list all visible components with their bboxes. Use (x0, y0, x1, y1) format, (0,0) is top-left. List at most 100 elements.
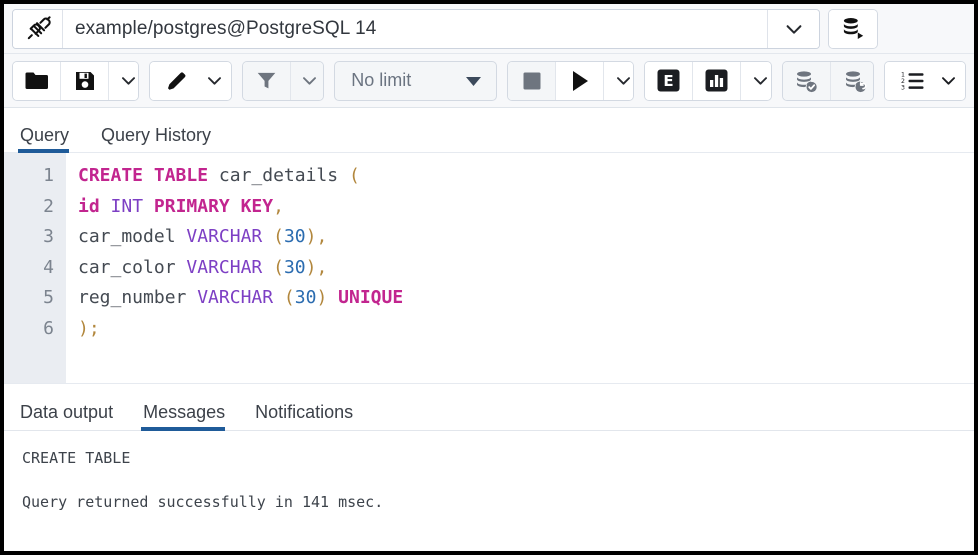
tab-data-output-label: Data output (20, 402, 113, 422)
sql-token: ( (284, 287, 295, 308)
sql-token: car_color (78, 257, 176, 278)
commit-button[interactable] (783, 62, 831, 100)
floppy-disk-icon (73, 69, 97, 93)
pencil-icon (165, 69, 189, 93)
line-number-gutter: 1 2 3 4 5 6 (4, 153, 66, 383)
sql-token: reg_number (78, 287, 186, 308)
sql-code-line: reg_number VARCHAR (30) UNIQUE (78, 283, 974, 314)
sql-token: UNIQUE (338, 287, 403, 308)
sql-token (338, 165, 349, 186)
sql-code-line: car_color VARCHAR (30), (78, 253, 974, 284)
edit-caret-button[interactable] (198, 62, 231, 100)
macros-caret-button[interactable] (933, 62, 966, 100)
database-undo-icon (842, 69, 868, 93)
line-number: 6 (4, 314, 54, 345)
svg-text:E: E (664, 72, 674, 90)
sql-token: ); (78, 318, 100, 339)
sql-token: id (78, 196, 100, 217)
chevron-down-icon (939, 71, 958, 90)
sql-token (327, 287, 338, 308)
sql-code-area[interactable]: CREATE TABLE car_details (id INT PRIMARY… (66, 153, 974, 383)
sql-token: ( (273, 257, 284, 278)
chevron-down-icon (751, 71, 770, 90)
filter-button-group (242, 61, 324, 101)
sql-token (208, 165, 219, 186)
sql-token: VARCHAR (186, 257, 262, 278)
explain-analyze-button[interactable] (693, 62, 741, 100)
sql-code-line: CREATE TABLE car_details ( (78, 161, 974, 192)
line-number: 4 (4, 253, 54, 284)
sql-editor[interactable]: 1 2 3 4 5 6 CREATE TABLE car_details ( id… (4, 153, 974, 383)
tab-query[interactable]: Query (18, 126, 83, 152)
tab-notifications[interactable]: Notifications (253, 403, 369, 430)
macros-button-group: 1 2 3 (884, 61, 966, 101)
tab-messages[interactable]: Messages (141, 403, 241, 430)
tab-query-label: Query (20, 125, 69, 145)
line-number: 3 (4, 222, 54, 253)
svg-text:3: 3 (901, 84, 905, 91)
chevron-down-icon (205, 71, 224, 90)
row-limit-select[interactable]: No limit (334, 61, 497, 101)
pgadmin-query-tool-window: example/postgres@PostgreSQL 14 (0, 0, 978, 555)
chevron-down-icon (300, 71, 319, 90)
output-tab-bar: Data output Messages Notifications (4, 383, 974, 431)
chevron-down-icon (614, 71, 633, 90)
sql-token (186, 287, 197, 308)
sql-token: car_model (78, 226, 176, 247)
sql-token: INT (111, 196, 144, 217)
execute-button[interactable] (556, 62, 604, 100)
macros-button[interactable]: 1 2 3 (885, 62, 933, 100)
sql-code-line: ); (78, 314, 974, 345)
message-line-2: Query returned successfully in 141 msec. (22, 491, 974, 513)
tab-query-history-label: Query History (101, 125, 211, 145)
file-button-group (12, 61, 139, 101)
sql-code-line: car_model VARCHAR (30), (78, 222, 974, 253)
connection-selector[interactable]: example/postgres@PostgreSQL 14 (12, 9, 820, 49)
sql-token: ( (349, 165, 360, 186)
tab-notifications-label: Notifications (255, 402, 353, 422)
database-connect-icon[interactable] (829, 10, 877, 48)
connection-chevron-down-icon[interactable] (767, 10, 819, 48)
sql-token: car_details (219, 165, 338, 186)
sql-token: ), (306, 257, 328, 278)
edit-button[interactable] (150, 62, 198, 100)
execute-button-group (507, 61, 634, 101)
folder-icon (24, 70, 50, 92)
sql-token: VARCHAR (197, 287, 273, 308)
database-check-icon (793, 69, 819, 93)
sql-token (273, 287, 284, 308)
tab-messages-label: Messages (143, 402, 225, 422)
sql-token: CREATE TABLE (78, 165, 208, 186)
bar-chart-icon (704, 68, 729, 93)
tab-query-history[interactable]: Query History (99, 126, 225, 152)
sql-token (100, 196, 111, 217)
row-limit-value: No limit (351, 70, 411, 91)
sql-token (262, 257, 273, 278)
explain-caret-button[interactable] (741, 62, 771, 100)
open-file-button[interactable] (13, 62, 61, 100)
triangle-down-icon (465, 75, 482, 87)
explain-button[interactable]: E (645, 62, 693, 100)
save-file-button[interactable] (61, 62, 109, 100)
sql-token: 30 (284, 257, 306, 278)
sql-token: 30 (295, 287, 317, 308)
explain-button-group: E (644, 61, 771, 101)
sql-token (262, 226, 273, 247)
play-triangle-icon (569, 69, 591, 93)
filter-button[interactable] (243, 62, 291, 100)
disconnect-plug-icon (13, 10, 63, 48)
save-file-caret-button[interactable] (109, 62, 139, 100)
rollback-button[interactable] (831, 62, 874, 100)
database-connect-button[interactable] (828, 9, 878, 49)
chevron-down-icon (119, 71, 138, 90)
stop-button[interactable] (508, 62, 556, 100)
sql-token: 30 (284, 226, 306, 247)
explain-e-icon: E (656, 68, 681, 93)
sql-token (143, 196, 154, 217)
execute-caret-button[interactable] (604, 62, 634, 100)
sql-token: , (273, 196, 284, 217)
filter-caret-button[interactable] (291, 62, 324, 100)
sql-token: ( (273, 226, 284, 247)
transaction-button-group (782, 61, 874, 101)
tab-data-output[interactable]: Data output (18, 403, 129, 430)
